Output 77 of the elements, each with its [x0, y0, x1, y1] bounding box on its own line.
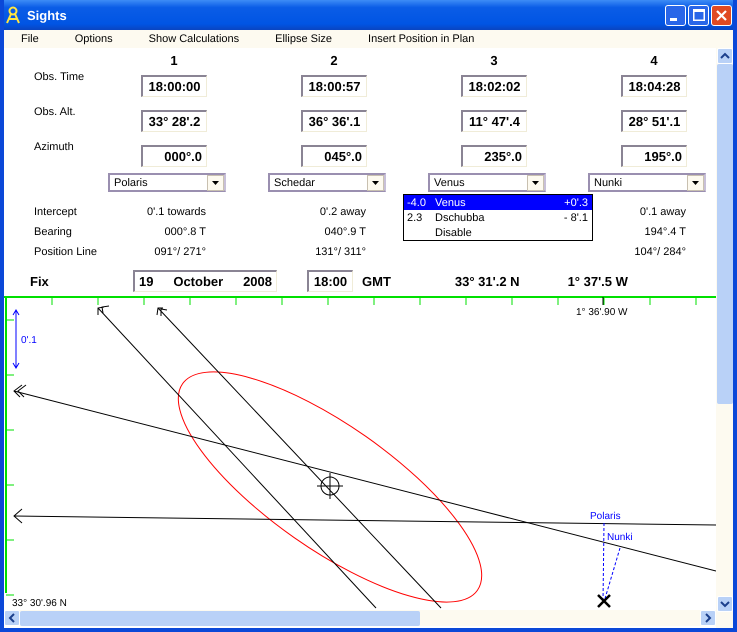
body-label: Polaris: [590, 511, 621, 522]
body-dropdown[interactable]: Schedar: [268, 173, 386, 192]
maximize-button[interactable]: [688, 4, 709, 26]
body-dropdown[interactable]: Venus: [428, 173, 546, 192]
dropdown-option[interactable]: Disable: [404, 225, 592, 240]
horizontal-scrollbar[interactable]: [4, 610, 716, 626]
result-value: 0'.1 towards: [146, 206, 206, 218]
scroll-right-button[interactable]: [700, 610, 716, 626]
input-field[interactable]: 045°.0: [301, 144, 367, 166]
body-dropdown[interactable]: Polaris: [108, 173, 226, 192]
menu-item[interactable]: Options: [58, 33, 113, 45]
column-number: 1: [169, 53, 179, 68]
input-field[interactable]: 195°.0: [621, 144, 687, 166]
menu-item[interactable]: Ellipse Size: [258, 33, 332, 45]
input-field[interactable]: 36° 36'.1: [301, 110, 367, 132]
body-dropdown[interactable]: Nunki: [588, 173, 706, 192]
row-label: Bearing: [33, 225, 73, 240]
window-title: Sights: [27, 8, 68, 22]
column-number: 2: [329, 53, 339, 68]
date-field[interactable]: 19 October 2008: [133, 270, 277, 292]
fix-longitude: 1° 37'.5 W: [568, 274, 628, 288]
menu-item[interactable]: Insert Position in Plan: [351, 33, 474, 45]
dropdown-option[interactable]: 2.3 Dschubba - 8'.1: [404, 210, 592, 225]
minimize-icon: [670, 18, 676, 20]
input-field[interactable]: 18:04:28: [621, 74, 687, 96]
vertical-scrollbar[interactable]: [716, 48, 733, 628]
app-icon: [5, 6, 21, 24]
scale-label: 0'.1: [21, 335, 37, 346]
input-field[interactable]: 000°.0: [141, 144, 207, 166]
maximize-icon: [692, 9, 704, 21]
input-field[interactable]: 18:02:02: [461, 74, 527, 96]
input-field[interactable]: 18:00:00: [141, 74, 207, 96]
menu-item[interactable]: Show Calculations: [132, 33, 240, 45]
crosshair-icon: [316, 472, 344, 500]
body-label: Nunki: [607, 532, 633, 543]
latitude-label: 33° 30'.96 N: [12, 598, 67, 609]
result-value: 091°/ 271°: [153, 246, 206, 258]
row-label: Obs. Time: [33, 70, 86, 85]
result-value: 194°.4 T: [643, 226, 686, 238]
time-zone: GMT: [362, 274, 391, 288]
chevron-down-icon: [720, 599, 730, 609]
chevron-left-icon: [7, 613, 17, 623]
result-value: 0'.2 away: [318, 206, 366, 218]
result-value: 0'.1 away: [638, 206, 686, 218]
close-button[interactable]: [711, 4, 732, 26]
scroll-left-button[interactable]: [4, 610, 20, 626]
row-label: Obs. Alt.: [33, 105, 77, 120]
position-mark-icon: [596, 594, 612, 608]
input-field[interactable]: 235°.0: [461, 144, 527, 166]
dropdown-option[interactable]: -4.0 Venus +0'.3: [404, 195, 592, 210]
column-number: 4: [649, 53, 659, 68]
result-value: 000°.8 T: [163, 226, 206, 238]
scroll-thumb[interactable]: [716, 64, 732, 404]
minimize-button[interactable]: [665, 4, 686, 26]
fix-label: Fix: [30, 274, 50, 288]
result-value: 131°/ 311°: [314, 246, 366, 258]
menu-item[interactable]: File: [4, 33, 39, 45]
longitude-label: 1° 36'.90 W: [576, 307, 628, 318]
scroll-thumb[interactable]: [20, 610, 420, 626]
row-label: Position Line: [33, 245, 98, 260]
row-label: Azimuth: [33, 140, 75, 155]
input-field[interactable]: 11° 47'.4: [461, 110, 527, 132]
scroll-down-button[interactable]: [716, 596, 732, 612]
chevron-up-icon: [720, 51, 730, 61]
time-field[interactable]: 18:00: [307, 270, 353, 292]
input-field[interactable]: 18:00:57: [301, 74, 367, 96]
chevron-right-icon: [703, 613, 713, 623]
result-value: 040°.9 T: [323, 226, 366, 238]
row-label: Intercept: [33, 205, 78, 220]
scroll-up-button[interactable]: [716, 48, 732, 64]
column-number: 3: [489, 53, 499, 68]
input-field[interactable]: 28° 51'.1: [621, 110, 687, 132]
result-value: 104°/ 284°: [633, 246, 686, 258]
input-field[interactable]: 33° 28'.2: [141, 110, 207, 132]
fix-latitude: 33° 31'.2 N: [454, 274, 520, 288]
close-icon: [716, 10, 727, 20]
scale-arrow: [12, 309, 20, 369]
